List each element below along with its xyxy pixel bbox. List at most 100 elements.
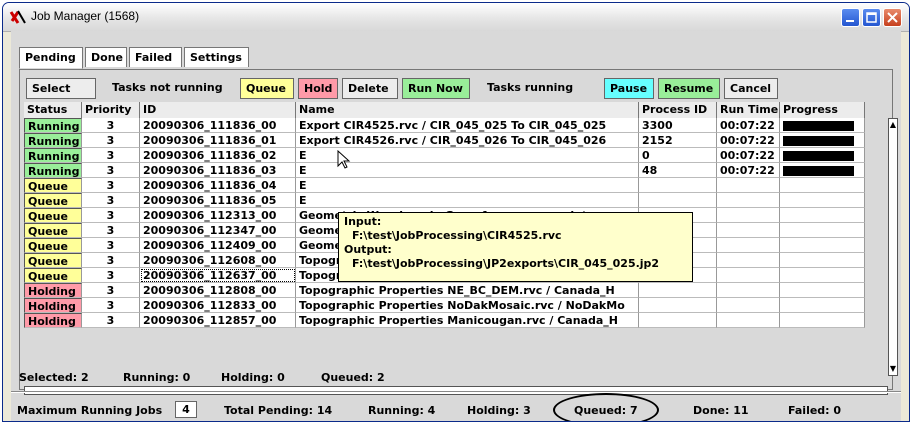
name-cell: Topographic Properties Manicougan.rvc / … (296, 313, 639, 328)
priority-cell: 3 (82, 118, 140, 133)
title-bar[interactable]: Job Manager (1568) (3, 3, 909, 32)
scroll-up-arrow[interactable]: ▲ (889, 119, 897, 131)
max-running-input[interactable]: 4 (175, 401, 197, 418)
runtime-cell (717, 298, 780, 313)
maximize-button[interactable] (862, 8, 881, 27)
name-cell: Topographic Properties NoDakMosaic.rvc /… (296, 298, 639, 313)
progress-cell (780, 148, 865, 163)
status-badge: Queue (24, 268, 82, 283)
col-header-priority[interactable]: Priority (82, 102, 140, 118)
status-badge: Queue (24, 253, 82, 268)
status-badge: Running (24, 163, 82, 178)
minimize-button[interactable] (841, 8, 860, 27)
status-badge: Queue (24, 238, 82, 253)
priority-cell: 3 (82, 283, 140, 298)
pause-button[interactable]: Pause (604, 78, 654, 99)
id-cell: 20090306_111836_00 (140, 118, 296, 133)
tab-pending[interactable]: Pending (19, 47, 83, 69)
name-cell: E (296, 178, 639, 193)
progress-cell (780, 268, 865, 283)
pid-cell: 0 (639, 148, 717, 163)
close-icon (887, 12, 898, 23)
cancel-button[interactable]: Cancel (724, 78, 778, 99)
progress-bar (783, 136, 854, 146)
runtime-cell: 00:07:22 (717, 118, 780, 133)
footer-holding: Holding: 3 (467, 404, 531, 417)
tab-done[interactable]: Done (85, 47, 127, 67)
resume-button[interactable]: Resume (658, 78, 720, 99)
col-header-id[interactable]: ID (140, 102, 296, 118)
tab-failed[interactable]: Failed (129, 47, 182, 67)
hold-button[interactable]: Hold (298, 78, 338, 99)
queue-button[interactable]: Queue (240, 78, 294, 99)
id-cell: 20090306_112857_00 (140, 313, 296, 328)
progress-cell (780, 133, 865, 148)
pid-cell: 3300 (639, 118, 717, 133)
mouse-cursor-icon (337, 150, 351, 169)
close-button[interactable] (883, 8, 902, 27)
status-badge: Queue (24, 178, 82, 193)
select-all-button[interactable]: Select All (26, 78, 96, 114)
tasks-not-running-label: Tasks not running (112, 81, 223, 94)
id-cell: 20090306_111836_05 (140, 193, 296, 208)
run-now-button[interactable]: Run Now (402, 78, 470, 99)
status-badge: Queue (24, 193, 82, 208)
separator (11, 391, 901, 393)
name-cell: Export CIR4526.rvc / CIR_045_026 To CIR_… (296, 133, 639, 148)
runtime-cell: 00:07:22 (717, 163, 780, 178)
selected-queued-count: Queued: 2 (321, 371, 385, 384)
tab-settings-label: Settings (190, 51, 242, 64)
runtime-cell: 00:07:22 (717, 148, 780, 163)
pid-cell (639, 283, 717, 298)
col-header-name[interactable]: Name (296, 102, 639, 118)
status-badge: Queue (24, 223, 82, 238)
tab-pending-label: Pending (25, 51, 76, 64)
priority-cell: 3 (82, 193, 140, 208)
progress-cell (780, 298, 865, 313)
selected-holding-count: Holding: 0 (221, 371, 285, 384)
priority-cell: 3 (82, 133, 140, 148)
col-header-status[interactable]: Status (24, 102, 82, 118)
runtime-cell (717, 283, 780, 298)
runtime-cell (717, 223, 780, 238)
footer-done: Done: 11 (693, 404, 749, 417)
id-cell: 20090306_111836_03 (140, 163, 296, 178)
scroll-down-arrow[interactable]: ▼ (889, 363, 897, 375)
runtime-cell (717, 193, 780, 208)
tooltip-input-path: F:\test\JobProcessing\CIR4525.rvc (352, 229, 562, 242)
tab-failed-label: Failed (135, 51, 173, 64)
status-badge: Holding (24, 313, 82, 328)
pending-panel: Select All Tasks not running Queue Hold … (19, 69, 898, 395)
queued-highlight-oval (553, 393, 659, 421)
priority-cell: 3 (82, 298, 140, 313)
tooltip-input-label: Input: (344, 215, 382, 228)
tooltip-output-label: Output: (344, 243, 392, 256)
delete-button[interactable]: Delete (342, 78, 398, 99)
tab-settings[interactable]: Settings (184, 47, 249, 67)
status-badge: Queue (24, 208, 82, 223)
priority-cell: 3 (82, 268, 140, 283)
tab-done-label: Done (91, 51, 123, 64)
status-badge: Running (24, 148, 82, 163)
runtime-cell (717, 178, 780, 193)
progress-cell (780, 118, 865, 133)
footer-running: Running: 4 (368, 404, 436, 417)
col-header-runtime[interactable]: Run Time (717, 102, 780, 118)
col-header-progress[interactable]: Progress (780, 102, 865, 118)
selected-count: Selected: 2 (19, 371, 89, 384)
id-cell: 20090306_112409_00 (140, 238, 296, 253)
runtime-cell (717, 253, 780, 268)
priority-cell: 3 (82, 178, 140, 193)
pid-cell: 48 (639, 163, 717, 178)
vertical-scrollbar[interactable]: ▲ ▼ (888, 118, 898, 376)
id-cell: 20090306_111836_02 (140, 148, 296, 163)
id-cell: 20090306_111836_01 (140, 133, 296, 148)
id-cell: 20090306_112347_00 (140, 223, 296, 238)
status-badge: Running (24, 118, 82, 133)
id-cell: 20090306_112313_00 (140, 208, 296, 223)
priority-cell: 3 (82, 163, 140, 178)
col-header-pid[interactable]: Process ID (639, 102, 717, 118)
name-cell: E (296, 193, 639, 208)
progress-cell (780, 178, 865, 193)
progress-cell (780, 163, 865, 178)
